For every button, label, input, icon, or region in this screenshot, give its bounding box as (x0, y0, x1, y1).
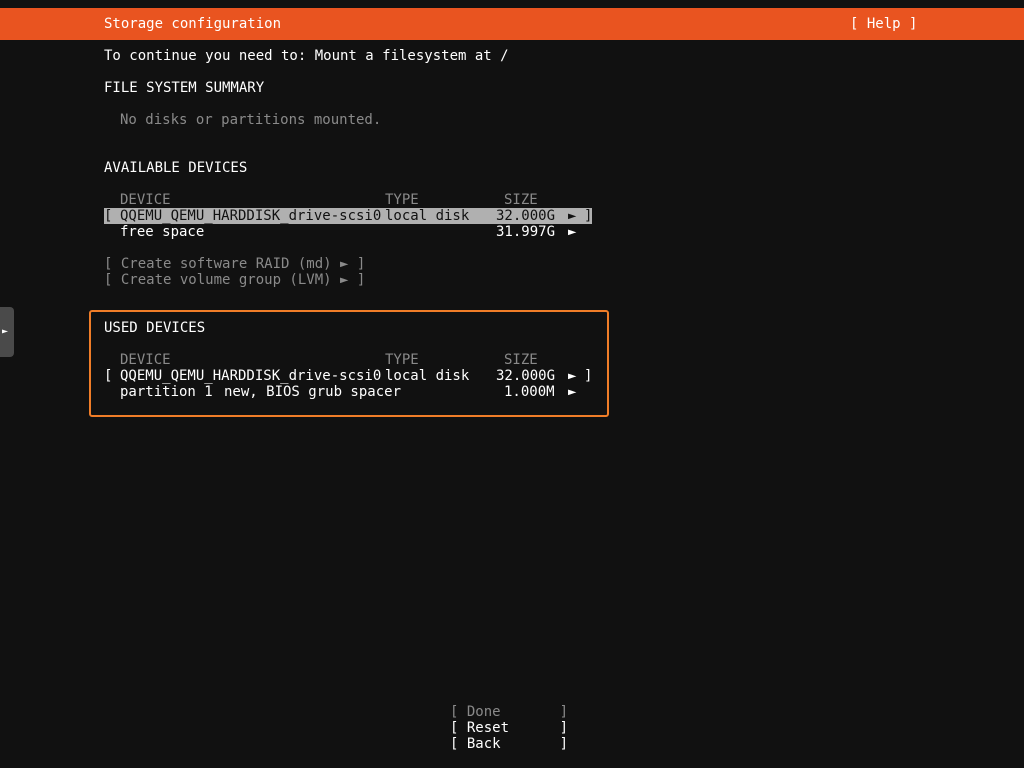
page-title: Storage configuration (104, 16, 282, 32)
row-close-bracket: ] (584, 368, 593, 384)
side-panel-toggle[interactable]: ► (0, 307, 14, 357)
device-type: local disk (385, 368, 470, 384)
available-devices-heading: AVAILABLE DEVICES (104, 160, 248, 176)
menu-arrow-icon[interactable]: ► (568, 384, 576, 400)
row-open-bracket: [ (104, 368, 113, 384)
used-device-column-header: DEVICE (120, 352, 171, 368)
device-name: QQEMU_QEMU_HARDDISK_drive-scsi0 (120, 208, 382, 224)
help-button[interactable]: [ Help ] (850, 16, 917, 32)
installer-screen: Storage configuration [ Help ] To contin… (0, 0, 1024, 768)
available-type-column-header: TYPE (385, 192, 419, 208)
used-devices-heading: USED DEVICES (104, 320, 206, 336)
partition-label: partition 1 (120, 384, 213, 400)
menu-arrow-icon[interactable]: ► (568, 224, 576, 240)
reset-button[interactable]: [ Reset ] (450, 720, 568, 736)
create-raid-button[interactable]: [ Create software RAID (md) ► ] (104, 256, 365, 272)
device-name: QQEMU_QEMU_HARDDISK_drive-scsi0 (120, 368, 382, 384)
row-close-bracket: ] (584, 208, 593, 224)
no-mounts-message: No disks or partitions mounted. (120, 112, 382, 128)
device-size: 32.000G (496, 368, 556, 384)
available-size-column-header: SIZE (504, 192, 538, 208)
menu-arrow-icon: ► (568, 208, 577, 224)
free-space-label: free space (120, 224, 205, 240)
menu-arrow-icon: ► (568, 368, 577, 384)
partition-size: 1.000M (504, 384, 555, 400)
create-volume-group-button[interactable]: [ Create volume group (LVM) ► ] (104, 272, 365, 288)
available-device-column-header: DEVICE (120, 192, 171, 208)
expand-arrow-icon: ► (2, 326, 9, 337)
header-bar: Storage configuration [ Help ] (0, 8, 1024, 40)
free-space-size: 31.997G (496, 224, 556, 240)
file-system-summary-heading: FILE SYSTEM SUMMARY (104, 80, 265, 96)
device-type: local disk (385, 208, 470, 224)
partition-description: new, BIOS grub spacer (224, 384, 402, 400)
row-open-bracket: [ (104, 208, 113, 224)
device-size: 32.000G (496, 208, 556, 224)
done-button[interactable]: [ Done ] (450, 704, 568, 720)
used-type-column-header: TYPE (385, 352, 419, 368)
instruction-text: To continue you need to: Mount a filesys… (104, 48, 509, 64)
available-disk-row[interactable]: [ QQEMU_QEMU_HARDDISK_drive-scsi0 local … (104, 208, 592, 224)
used-size-column-header: SIZE (504, 352, 538, 368)
back-button[interactable]: [ Back ] (450, 736, 568, 752)
